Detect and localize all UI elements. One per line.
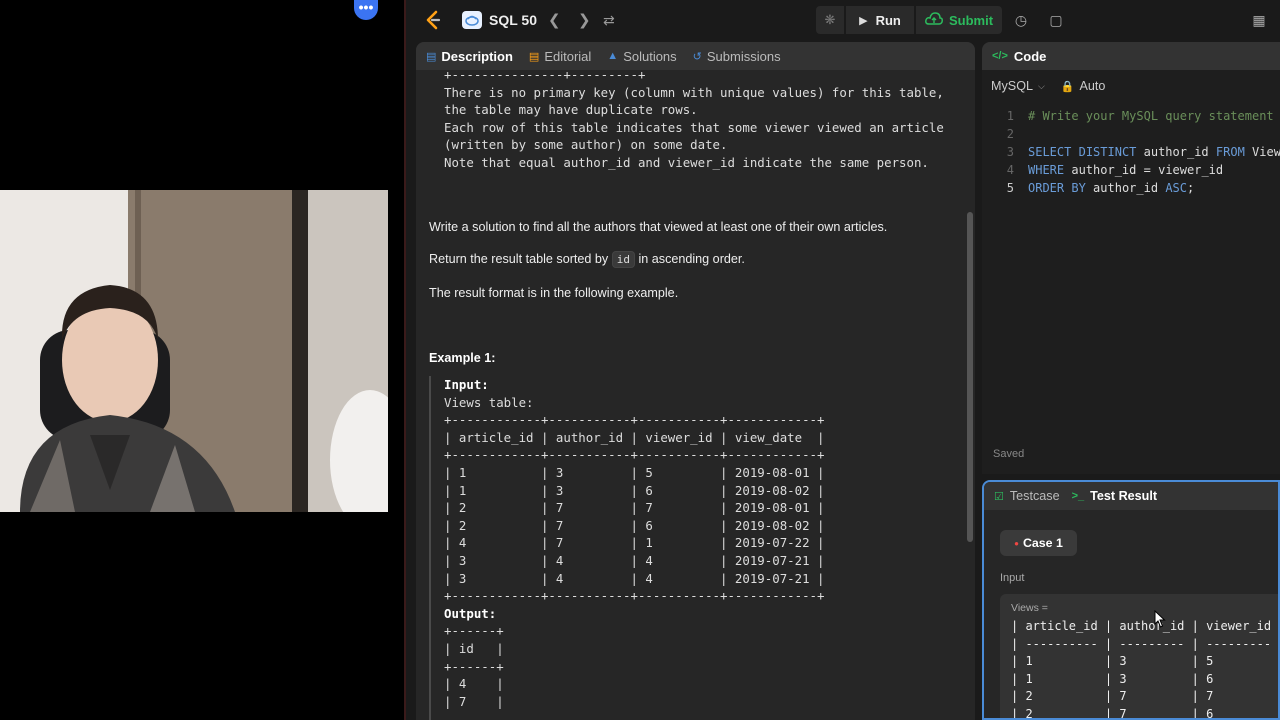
line-content	[1014, 125, 1028, 143]
shuffle-icon[interactable]: ⇄	[603, 0, 615, 40]
problem-statement: Write a solution to find all the authors…	[429, 220, 888, 234]
line-content: SELECT DISTINCT author_id FROM Views	[1028, 145, 1280, 159]
desktop-background: •••	[0, 0, 404, 720]
lock-icon: 🔒	[1060, 80, 1075, 93]
leetcode-app: SQL 50 ❮ ❯ ⇄ ❋ ▶ Run Submit ◷ ▢ ▦ ▤ Desc…	[406, 0, 1280, 720]
cloud-upload-icon	[925, 11, 943, 29]
sort-instruction: Return the result table sorted by id in …	[429, 251, 745, 268]
line-number: 5	[1006, 181, 1014, 195]
test-tabs: ☑ Testcase >_ Test Result	[984, 482, 1278, 510]
mouse-cursor-icon	[1154, 610, 1166, 628]
code-header: </> Code	[982, 42, 1280, 70]
tab-editorial-label: Editorial	[544, 48, 592, 64]
code-line[interactable]: 3 SELECT DISTINCT author_id FROM Views	[982, 143, 1280, 161]
layout-grid-icon[interactable]: ▦	[1248, 8, 1270, 32]
webcam-feed	[0, 190, 388, 512]
top-navigation-bar: SQL 50 ❮ ❯ ⇄ ❋ ▶ Run Submit ◷ ▢ ▦	[406, 0, 1280, 40]
example-pre: Input: Views table: +------------+------…	[444, 376, 824, 710]
example-input-table: Views table: +------------+-----------+-…	[444, 394, 825, 604]
input-box: Views = | article_id | author_id | viewe…	[1000, 594, 1278, 720]
views-label: Views =	[1011, 602, 1048, 614]
tab-description-label: Description	[441, 48, 513, 64]
run-label: Run	[875, 12, 901, 28]
schema-notes: +---------------+---------+ There is no …	[444, 70, 944, 170]
note-icon[interactable]: ▢	[1044, 8, 1068, 32]
line-number: 3	[1006, 145, 1014, 159]
code-line[interactable]: 1 # Write your MySQL query statement be	[982, 107, 1280, 125]
test-result-panel: ☑ Testcase >_ Test Result ● Case 1 Input…	[982, 480, 1280, 720]
debug-button[interactable]: ❋	[816, 6, 844, 34]
code-panel: </> Code MySQL ⌵ 🔒 Auto 1 # Write your M…	[982, 42, 1280, 474]
play-icon: ▶	[859, 14, 868, 27]
tab-test-result[interactable]: >_ Test Result	[1072, 489, 1158, 503]
code-title: Code	[1013, 48, 1047, 64]
auto-label: Auto	[1079, 79, 1106, 93]
webcam-person-image	[0, 190, 388, 512]
saved-status: Saved	[993, 448, 1025, 460]
solutions-icon: ▲	[607, 50, 619, 62]
line-content: WHERE author_id = viewer_id	[1028, 163, 1224, 177]
example-block: Input: Views table: +------------+------…	[429, 376, 949, 720]
case-label: Case 1	[1022, 536, 1063, 550]
description-panel: ▤ Description ▤ Editorial ▲ Solutions ↺ …	[416, 42, 975, 720]
example-title: Example 1:	[429, 351, 496, 365]
previous-question-icon[interactable]: ❮	[548, 0, 561, 40]
line-content: # Write your MySQL query statement be	[1028, 109, 1280, 123]
terminal-icon: >_	[1071, 490, 1085, 502]
language-label: MySQL	[991, 79, 1033, 93]
code-line[interactable]: 2	[982, 125, 1028, 143]
tab-solutions[interactable]: ▲ Solutions	[607, 49, 676, 64]
run-button[interactable]: ▶ Run	[846, 6, 914, 34]
tab-solutions-label: Solutions	[623, 48, 677, 64]
example-output-table: +------+ | id | +------+ | 4 | | 7 |	[444, 623, 504, 709]
leetcode-logo-icon[interactable]	[424, 0, 442, 40]
next-question-icon[interactable]: ❯	[578, 0, 591, 40]
more-options-button[interactable]: •••	[354, 0, 378, 20]
line-content: ORDER BY author_id ASC;	[1028, 181, 1195, 195]
tab-testcase-label: Testcase	[1009, 489, 1060, 503]
case-1-tab[interactable]: ● Case 1	[1000, 530, 1077, 556]
inline-code-id: id	[611, 251, 635, 268]
code-line[interactable]: 5 ORDER BY author_id ASC;	[982, 179, 1194, 197]
submit-button[interactable]: Submit	[916, 6, 1002, 34]
line-number: 1	[1006, 109, 1014, 123]
example-input-label: Input:	[444, 377, 489, 392]
sort-instruction-text: Return the result table sorted by	[429, 252, 609, 266]
tab-testcase[interactable]: ☑ Testcase	[994, 489, 1060, 503]
description-tabs: ▤ Description ▤ Editorial ▲ Solutions ↺ …	[416, 42, 975, 70]
editorial-icon: ▤	[528, 50, 540, 63]
tab-description[interactable]: ▤ Description	[426, 49, 513, 64]
bug-icon: ❋	[824, 12, 836, 27]
input-label: Input	[1000, 572, 1025, 584]
study-plan-icon[interactable]	[462, 11, 482, 29]
input-table: | article_id | author_id | viewer_id | -…	[1011, 619, 1272, 720]
submit-label: Submit	[948, 12, 994, 28]
tab-submissions[interactable]: ↺ Submissions	[693, 49, 781, 64]
sort-instruction-text-end: in ascending order.	[638, 252, 745, 266]
example-output-label: Output:	[444, 605, 497, 621]
line-number: 4	[1006, 163, 1014, 177]
submissions-icon: ↺	[692, 50, 702, 63]
checkbox-icon: ☑	[994, 490, 1004, 503]
chevron-down-icon: ⌵	[1038, 80, 1045, 91]
tab-submissions-label: Submissions	[706, 48, 781, 64]
tab-editorial[interactable]: ▤ Editorial	[529, 49, 591, 64]
code-toolbar: MySQL ⌵ 🔒 Auto	[982, 72, 1280, 100]
study-plan-title[interactable]: SQL 50	[489, 0, 537, 40]
alarm-clock-icon[interactable]: ◷	[1009, 8, 1033, 32]
language-select[interactable]: MySQL ⌵	[991, 79, 1045, 93]
code-icon: </>	[992, 50, 1008, 62]
description-scrollbar[interactable]	[967, 212, 973, 542]
code-line[interactable]: 4 WHERE author_id = viewer_id	[982, 161, 1223, 179]
line-number: 2	[1006, 127, 1014, 141]
description-icon: ▤	[426, 50, 437, 63]
result-format-note: The result format is in the following ex…	[429, 286, 679, 300]
description-content: +---------------+---------+ There is no …	[416, 70, 964, 720]
error-dot-icon: ●	[1014, 538, 1019, 548]
tab-test-result-label: Test Result	[1090, 489, 1158, 503]
auto-mode-toggle[interactable]: 🔒 Auto	[1061, 79, 1106, 93]
